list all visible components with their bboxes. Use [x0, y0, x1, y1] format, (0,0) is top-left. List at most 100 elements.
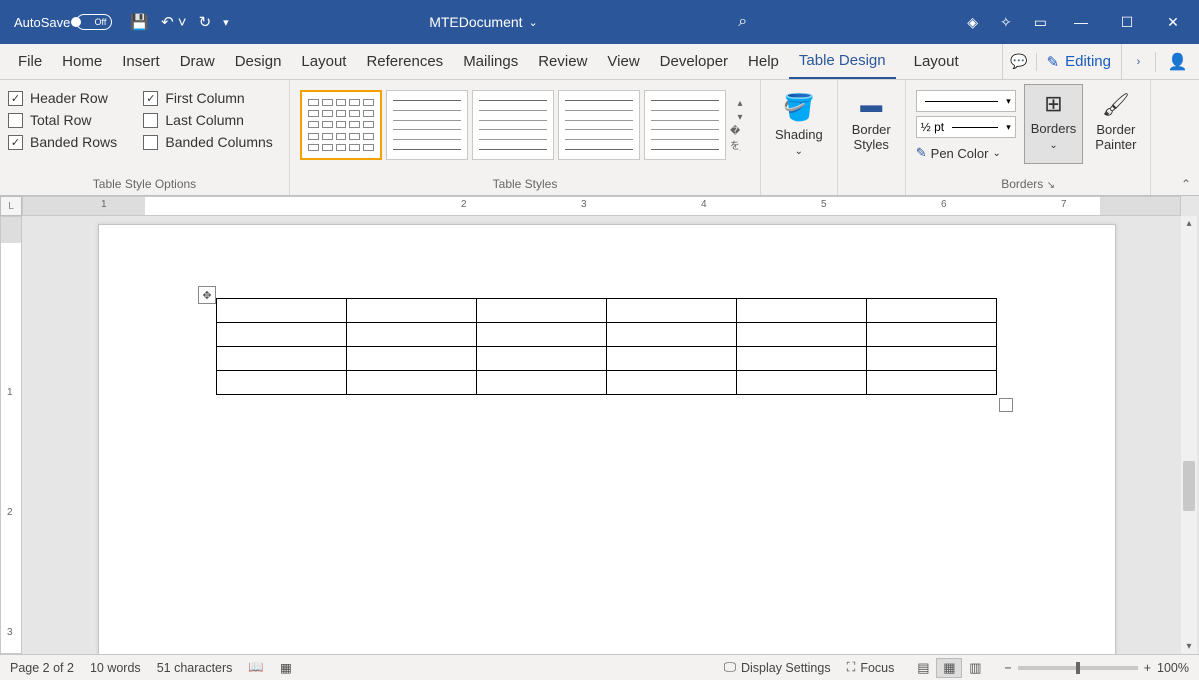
focus-button[interactable]: ⛶Focus	[847, 660, 895, 675]
horizontal-ruler[interactable]: 1 2 3 4 5 6 7	[22, 196, 1181, 216]
tab-file[interactable]: File	[0, 44, 52, 79]
table-row	[217, 371, 997, 395]
check-header-row[interactable]: Header Row	[8, 90, 125, 106]
editing-label: Editing	[1065, 53, 1111, 70]
table-row	[217, 347, 997, 371]
canvas[interactable]: ✥ ▴ ▾	[22, 216, 1199, 654]
table-styles-more[interactable]: ▴▾�をִ	[730, 90, 750, 160]
redo-icon[interactable]: ↻	[199, 13, 212, 31]
tab-layout[interactable]: Layout	[291, 44, 356, 79]
checkbox-icon	[143, 135, 158, 150]
ribbon-tabs: File Home Insert Draw Design Layout Refe…	[0, 44, 1199, 80]
chevron-down-icon: ▾	[1006, 122, 1011, 133]
chevron-down-icon[interactable]: ⌄	[529, 16, 538, 29]
read-mode-icon[interactable]: ▤	[910, 658, 936, 678]
pen-color-button[interactable]: ✎ Pen Color ⌄	[916, 142, 1016, 164]
minimize-button[interactable]: —	[1069, 14, 1093, 30]
print-layout-icon[interactable]: ▦	[936, 658, 962, 678]
table-resize-handle-icon[interactable]	[999, 398, 1013, 412]
document-title[interactable]: MTEDocument ⌄	[229, 14, 739, 30]
scroll-down-icon[interactable]: ▾	[1184, 639, 1193, 654]
border-styles-icon: ▬	[860, 92, 882, 118]
tab-mailings[interactable]: Mailings	[453, 44, 528, 79]
document-table[interactable]	[216, 298, 997, 395]
tab-table-layout[interactable]: Layout	[896, 44, 977, 79]
macro-icon[interactable]: ▦	[280, 660, 292, 675]
tab-view[interactable]: View	[597, 44, 649, 79]
ruler-corner[interactable]: L	[0, 196, 22, 216]
quick-access-toolbar: 💾 ↶ ˅ ↻ ▾	[130, 13, 228, 31]
page[interactable]	[98, 224, 1116, 654]
web-layout-icon[interactable]: ▥	[962, 658, 988, 678]
check-total-row[interactable]: Total Row	[8, 112, 125, 128]
table-style-swatch-2[interactable]	[386, 90, 468, 160]
borders-button[interactable]: ⊞ Borders ⌄	[1024, 84, 1084, 164]
border-styles-button[interactable]: ▬ Border Styles	[846, 84, 897, 152]
table-move-handle-icon[interactable]: ✥	[198, 286, 216, 304]
sparkle-icon[interactable]: ✧	[1000, 14, 1012, 31]
ribbon: Header Row First Column Total Row Last C…	[0, 80, 1199, 196]
dialog-launcher-icon[interactable]: ↘	[1047, 180, 1055, 191]
maximize-button[interactable]: ☐	[1115, 14, 1139, 31]
tab-developer[interactable]: Developer	[650, 44, 738, 79]
table-style-swatch-1[interactable]	[300, 90, 382, 160]
shading-button[interactable]: 🪣 Shading ⌄	[769, 84, 829, 157]
collapse-ribbon-icon[interactable]: ⌃	[1181, 177, 1191, 191]
table-row	[217, 323, 997, 347]
line-weight-dropdown[interactable]: ½ pt▾	[916, 116, 1016, 138]
tab-design[interactable]: Design	[225, 44, 292, 79]
document-area: 1 2 3 ✥ ▴ ▾	[0, 216, 1199, 654]
focus-icon: ⛶	[847, 660, 856, 675]
autosave-toggle[interactable]: AutoSave Off	[14, 14, 112, 30]
tab-table-design[interactable]: Table Design	[789, 44, 896, 79]
vertical-ruler[interactable]: 1 2 3	[0, 216, 22, 654]
spellcheck-icon[interactable]: 📖	[248, 660, 264, 675]
zoom-slider[interactable]	[1018, 666, 1138, 670]
undo-icon[interactable]: ↶ ˅	[161, 13, 187, 31]
group-label: Table Styles	[298, 174, 752, 195]
table-style-swatch-5[interactable]	[644, 90, 726, 160]
autosave-switch[interactable]: Off	[76, 14, 112, 30]
check-last-column[interactable]: Last Column	[143, 112, 281, 128]
group-label: Table Style Options	[8, 174, 281, 195]
check-banded-columns[interactable]: Banded Columns	[143, 134, 281, 150]
zoom-level[interactable]: 100%	[1157, 661, 1189, 675]
word-count[interactable]: 10 words	[90, 661, 141, 675]
editing-mode-button[interactable]: ✎ Editing	[1036, 53, 1121, 71]
tab-home[interactable]: Home	[52, 44, 112, 79]
tab-draw[interactable]: Draw	[170, 44, 225, 79]
tab-insert[interactable]: Insert	[112, 44, 170, 79]
diamond-icon[interactable]: ◈	[967, 14, 978, 31]
chevron-down-icon: ⌄	[795, 146, 803, 157]
zoom-in-button[interactable]: +	[1144, 661, 1151, 675]
vertical-scrollbar[interactable]: ▴ ▾	[1181, 216, 1197, 654]
line-style-dropdown[interactable]: ▾	[916, 90, 1016, 112]
check-banded-rows[interactable]: Banded Rows	[8, 134, 125, 150]
more-button[interactable]: ›	[1121, 44, 1155, 80]
border-styles-label: Border Styles	[852, 122, 891, 152]
pencil-icon: ✎	[1047, 53, 1060, 71]
page-indicator[interactable]: Page 2 of 2	[10, 661, 74, 675]
comments-button[interactable]: 💬	[1002, 44, 1036, 80]
border-painter-label: Border Painter	[1095, 122, 1136, 152]
scroll-up-icon[interactable]: ▴	[1184, 216, 1193, 231]
zoom-out-button[interactable]: −	[1004, 661, 1011, 675]
table-style-swatch-4[interactable]	[558, 90, 640, 160]
borders-icon: ⊞	[1044, 91, 1062, 117]
char-count[interactable]: 51 characters	[157, 661, 233, 675]
check-first-column[interactable]: First Column	[143, 90, 281, 106]
table-style-swatch-3[interactable]	[472, 90, 554, 160]
display-settings-button[interactable]: 🖵Display Settings	[724, 660, 831, 675]
tab-help[interactable]: Help	[738, 44, 789, 79]
checkbox-icon	[143, 91, 158, 106]
close-button[interactable]: ✕	[1161, 14, 1185, 31]
ribbon-display-icon[interactable]: ▭	[1034, 14, 1047, 31]
tab-references[interactable]: References	[356, 44, 453, 79]
save-icon[interactable]: 💾	[130, 13, 149, 31]
scrollbar-thumb[interactable]	[1183, 461, 1195, 511]
share-button[interactable]: 👤	[1155, 52, 1199, 72]
table-styles-gallery: ▴▾�をִ	[298, 84, 752, 160]
tab-review[interactable]: Review	[528, 44, 597, 79]
border-painter-button[interactable]: 🖌 Border Painter	[1089, 84, 1142, 164]
search-icon[interactable]: ⌕	[738, 13, 747, 31]
